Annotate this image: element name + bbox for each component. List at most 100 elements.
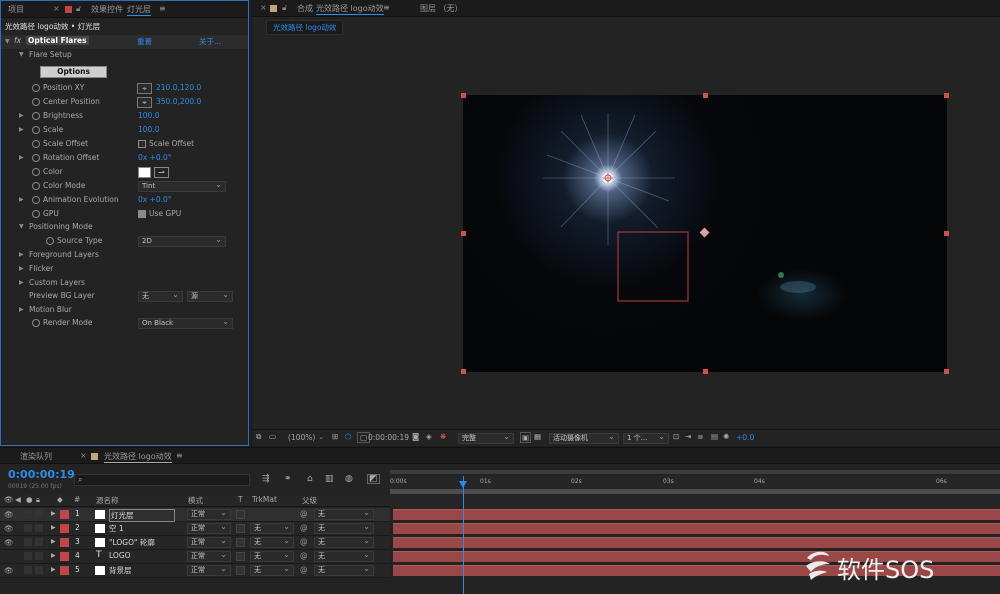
exposure-value[interactable]: +0.0 bbox=[736, 433, 754, 442]
views-select[interactable]: 1 个... bbox=[623, 432, 669, 444]
stopwatch-icon[interactable] bbox=[32, 112, 40, 120]
motion-blur-icon[interactable]: ◍ bbox=[345, 474, 353, 484]
expand-arrow-icon[interactable]: ▶ bbox=[19, 306, 24, 313]
trkmat-select[interactable]: 无 bbox=[250, 522, 294, 534]
tab-layer[interactable]: 图层 （无） bbox=[420, 3, 463, 14]
color-mode-select[interactable]: Tint bbox=[138, 180, 226, 192]
panel-menu-icon[interactable]: ≡ bbox=[383, 3, 390, 12]
flowchart-icon[interactable]: ⧈ bbox=[698, 432, 703, 442]
layer-row[interactable]: ▶ 4 T LOGO 正常 无 @ 无 bbox=[0, 550, 390, 564]
col-source-name[interactable]: 源名称 bbox=[96, 495, 119, 506]
expand-arrow-icon[interactable]: ▶ bbox=[51, 524, 56, 531]
trkmat-select[interactable]: 无 bbox=[250, 536, 294, 548]
tab-layer-name[interactable]: 灯光层 bbox=[127, 4, 151, 16]
parent-select[interactable]: 无 bbox=[314, 564, 374, 576]
layer-bounding-box[interactable] bbox=[617, 231, 689, 302]
preserve-transparency-checkbox[interactable] bbox=[236, 552, 245, 561]
solo-toggle[interactable] bbox=[24, 524, 32, 532]
prop-value[interactable]: 100.0 bbox=[138, 111, 159, 120]
eyedropper-icon[interactable]: ⇀ bbox=[154, 167, 169, 178]
close-icon[interactable]: × bbox=[53, 4, 60, 13]
fast-preview-icon[interactable]: ▤ bbox=[711, 432, 718, 441]
stopwatch-icon[interactable] bbox=[46, 237, 54, 245]
tab-composition[interactable]: 合成 bbox=[297, 3, 313, 14]
expand-arrow-icon[interactable]: ▼ bbox=[19, 51, 24, 58]
stopwatch-icon[interactable] bbox=[32, 319, 40, 327]
preserve-transparency-checkbox[interactable] bbox=[236, 566, 245, 575]
eye-icon[interactable]: 👁︎ bbox=[4, 510, 14, 519]
stopwatch-icon[interactable] bbox=[32, 98, 40, 106]
layer-row[interactable]: 👁︎ ▶ 2 空 1 正常 无 @ 无 bbox=[0, 522, 390, 536]
grid-icon[interactable]: ⊞ bbox=[332, 432, 338, 441]
pickwhip-icon[interactable]: @ bbox=[300, 523, 308, 532]
label-color[interactable] bbox=[60, 552, 69, 561]
solo-toggle[interactable] bbox=[24, 566, 32, 574]
label-icon[interactable]: ◆ bbox=[57, 495, 63, 504]
pickwhip-icon[interactable]: @ bbox=[300, 537, 308, 546]
layer-name[interactable]: 背景层 bbox=[109, 565, 132, 576]
layer-row[interactable]: 👁︎ ▶ 3 "LOGO" 轮廓 正常 无 @ 无 bbox=[0, 536, 390, 550]
pickwhip-icon[interactable]: @ bbox=[300, 551, 308, 560]
mask-visibility-icon[interactable]: ⬡ bbox=[345, 432, 352, 441]
lock-toggle[interactable] bbox=[35, 524, 43, 532]
layer-row[interactable]: 👁︎ ▶ 5 背景层 正常 无 @ 无 bbox=[0, 564, 390, 578]
scale-offset-checkbox[interactable] bbox=[138, 140, 146, 148]
layer-search-input[interactable]: ⌕ bbox=[74, 474, 250, 486]
draft-3d-icon[interactable]: ⚭ bbox=[284, 474, 292, 484]
pickwhip-icon[interactable]: @ bbox=[300, 565, 308, 574]
expand-arrow-icon[interactable]: ▶ bbox=[19, 251, 24, 258]
eye-icon[interactable]: 👁︎ bbox=[4, 566, 14, 575]
lock-icon[interactable]: 🔒︎ bbox=[36, 495, 40, 505]
layer-name[interactable]: LOGO bbox=[109, 551, 131, 560]
eye-icon[interactable]: 👁︎ bbox=[4, 495, 14, 504]
parent-select[interactable]: 无 bbox=[314, 536, 374, 548]
audio-icon[interactable]: ◀ bbox=[15, 495, 21, 504]
lock-toggle[interactable] bbox=[35, 538, 43, 546]
camera-icon[interactable]: ◙ bbox=[412, 432, 419, 441]
parent-select[interactable]: 无 bbox=[314, 550, 374, 562]
options-button[interactable]: Options bbox=[40, 66, 107, 78]
expand-arrow-icon[interactable]: ▶ bbox=[19, 126, 24, 133]
monitor-icon[interactable]: ▭ bbox=[269, 432, 276, 441]
eye-icon[interactable]: 👁︎ bbox=[4, 538, 14, 547]
time-ruler[interactable]: 0:00s 01s 02s 03s 04s 06s bbox=[390, 476, 1000, 489]
prop-value[interactable]: 0x +0.0° bbox=[138, 195, 172, 204]
lock-icon[interactable]: 🔓︎ bbox=[76, 4, 81, 14]
work-area-bar[interactable] bbox=[390, 470, 1000, 474]
canvas-handle[interactable] bbox=[944, 93, 949, 98]
parent-select[interactable]: 无 bbox=[314, 508, 374, 520]
canvas-handle[interactable] bbox=[703, 369, 708, 374]
eye-icon[interactable]: 👁︎ bbox=[4, 524, 14, 533]
layer-duration-bar[interactable] bbox=[393, 523, 1000, 534]
canvas-handle[interactable] bbox=[461, 231, 466, 236]
chevron-down-icon[interactable]: ⌄ bbox=[318, 432, 324, 441]
preserve-transparency-checkbox[interactable] bbox=[236, 510, 245, 519]
label-color[interactable] bbox=[60, 566, 69, 575]
graph-editor-icon[interactable]: ◩ bbox=[367, 474, 380, 484]
lock-toggle[interactable] bbox=[35, 552, 43, 560]
lock-toggle[interactable] bbox=[35, 566, 43, 574]
stopwatch-icon[interactable] bbox=[32, 84, 40, 92]
layer-name[interactable]: 空 1 bbox=[109, 523, 124, 534]
canvas-handle[interactable] bbox=[461, 369, 466, 374]
expand-arrow-icon[interactable]: ▶ bbox=[19, 154, 24, 161]
layer-duration-bar[interactable] bbox=[393, 509, 1000, 520]
stopwatch-icon[interactable] bbox=[32, 168, 40, 176]
expand-arrow-icon[interactable]: ▶ bbox=[19, 112, 24, 119]
camera-select[interactable]: 活动摄像机 bbox=[549, 432, 619, 444]
label-color[interactable] bbox=[60, 510, 69, 519]
crosshair-icon[interactable]: ⌖ bbox=[137, 97, 152, 108]
expand-arrow-icon[interactable]: ▶ bbox=[19, 196, 24, 203]
expand-arrow-icon[interactable]: ▶ bbox=[51, 566, 56, 573]
parent-select[interactable]: 无 bbox=[314, 522, 374, 534]
pickwhip-icon[interactable]: @ bbox=[300, 509, 308, 518]
shy-icon[interactable]: ⌂ bbox=[307, 474, 313, 484]
source-type-select[interactable]: 2D bbox=[138, 235, 226, 247]
playhead-line[interactable] bbox=[463, 476, 464, 594]
tab-project[interactable]: 项目 bbox=[8, 4, 24, 15]
tab-effect-controls[interactable]: 效果控件 bbox=[91, 4, 123, 15]
canvas-handle[interactable] bbox=[703, 93, 708, 98]
effect-name[interactable]: Optical Flares bbox=[26, 36, 89, 45]
frame-blend-icon[interactable]: ▥ bbox=[325, 474, 334, 484]
expand-arrow-icon[interactable]: ▶ bbox=[51, 552, 56, 559]
